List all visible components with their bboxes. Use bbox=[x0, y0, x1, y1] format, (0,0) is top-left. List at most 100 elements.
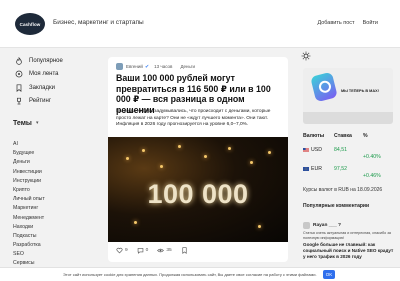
rate-row-usd: USD 84,51 bbox=[303, 147, 398, 153]
comment-icon bbox=[137, 248, 143, 254]
topic-item[interactable]: Разработка bbox=[13, 241, 45, 250]
promo-text: МЫ ТЕПЕРЬ В MAX! bbox=[341, 89, 379, 93]
sparkle bbox=[160, 165, 163, 168]
sparkle bbox=[250, 161, 253, 164]
currency-code: USD bbox=[311, 147, 322, 153]
sidebar-item-bookmarks[interactable]: Закладки bbox=[15, 81, 63, 95]
flame-icon bbox=[16, 56, 22, 65]
rates-header-change: % bbox=[363, 133, 368, 139]
header: Cashflow Бизнес, маркетинг и стартапы До… bbox=[0, 0, 400, 48]
sidebar-item-label: Популярное bbox=[29, 57, 63, 64]
topic-item[interactable]: SEO bbox=[13, 250, 45, 259]
sidebar-item-label: Закладки bbox=[29, 84, 55, 91]
comment-author-name[interactable]: Rayan ___ ? bbox=[313, 223, 341, 228]
sparkle bbox=[258, 225, 261, 228]
site-tagline: Бизнес, маркетинг и стартапы bbox=[53, 19, 144, 26]
promo-banner[interactable]: МЫ ТЕПЕРЬ В MAX! bbox=[303, 68, 393, 124]
view-count: 35 bbox=[166, 248, 172, 253]
bookmark-icon bbox=[16, 84, 22, 92]
article-lead: Вы когда-нибудь задумывались, что происх… bbox=[116, 109, 271, 128]
article-meta: Евгений ✔ 13 часов Деньги bbox=[116, 63, 195, 70]
currency-cell: EUR bbox=[303, 166, 334, 172]
like-count: 9 bbox=[125, 248, 128, 253]
bookmark-button[interactable] bbox=[181, 247, 188, 254]
topic-item[interactable]: Находки bbox=[13, 223, 45, 232]
sidebar-item-label: Моя лента bbox=[29, 71, 59, 78]
topic-item[interactable]: AI bbox=[13, 140, 45, 149]
rate-change-row-eur: +0.46% bbox=[303, 173, 398, 179]
sidebar-item-feed[interactable]: Моя лента bbox=[15, 68, 63, 82]
topic-item[interactable]: Маркетинг bbox=[13, 204, 45, 213]
comment-article-link[interactable]: Google больше не главный: как социальный… bbox=[303, 242, 395, 261]
sidebar-item-label: Рейтинг bbox=[29, 98, 52, 105]
article-card[interactable]: Евгений ✔ 13 часов Деньги Ваши 100 000 р… bbox=[108, 57, 288, 262]
post-time: 13 часов bbox=[154, 64, 173, 69]
comments-button[interactable]: 0 bbox=[137, 247, 148, 254]
topics-title: Темы bbox=[13, 120, 32, 127]
sparkle bbox=[142, 149, 145, 152]
add-post-button[interactable]: Добавить пост bbox=[317, 20, 354, 26]
login-button[interactable]: Войти bbox=[363, 20, 378, 26]
topic-item[interactable]: Инвестиции bbox=[13, 168, 45, 177]
article-actions: 9 0 35 bbox=[116, 247, 188, 254]
verified-icon: ✔ bbox=[144, 63, 150, 70]
cookie-text: Этот сайт использует cookie для хранения… bbox=[63, 272, 317, 277]
sidebar-item-rating[interactable]: Рейтинг bbox=[15, 95, 63, 109]
comment-author: Rayan ___ ? bbox=[303, 222, 395, 229]
comment-item[interactable]: Rayan ___ ? Статья очень актуальная и ин… bbox=[303, 222, 395, 261]
rate-change: +0.46% bbox=[363, 173, 381, 179]
avatar[interactable] bbox=[116, 63, 123, 70]
promo-footer bbox=[303, 112, 393, 124]
hero-number: 100 000 bbox=[147, 179, 249, 209]
logo-text: Cashflow bbox=[19, 21, 41, 27]
chevron-down-icon[interactable]: ▾ bbox=[36, 120, 39, 126]
sun-icon[interactable] bbox=[301, 51, 311, 61]
sparkle bbox=[178, 145, 181, 148]
topic-item[interactable]: Инструкции bbox=[13, 177, 45, 186]
topic-item[interactable]: Менеджмент bbox=[13, 214, 45, 223]
cookie-ok-button[interactable]: OK bbox=[323, 270, 335, 279]
topic-item[interactable]: Крипто bbox=[13, 186, 45, 195]
post-category[interactable]: Деньги bbox=[180, 64, 195, 69]
sidebar-item-popular[interactable]: Популярное bbox=[15, 54, 63, 68]
sidebar-nav: Популярное Моя лента Закладки Рейтинг bbox=[15, 54, 63, 108]
avatar[interactable] bbox=[303, 222, 310, 229]
rate-change-row-usd: +0.40% bbox=[303, 154, 398, 160]
topic-item[interactable]: Личный опыт bbox=[13, 195, 45, 204]
sidebar: Популярное Моя лента Закладки Рейтинг Те… bbox=[0, 48, 100, 281]
rates-header-rate: Ставка bbox=[334, 133, 352, 139]
topic-item[interactable]: Деньги bbox=[13, 158, 45, 167]
cookie-banner: Этот сайт использует cookie для хранения… bbox=[0, 267, 400, 281]
trophy-icon bbox=[17, 98, 21, 105]
rate-row-eur: EUR 97,52 bbox=[303, 166, 398, 172]
max-app-icon bbox=[310, 71, 338, 103]
rates-header: Валюты Ставка % bbox=[303, 133, 398, 139]
sparkle bbox=[204, 155, 207, 158]
popular-comments-title: Популярные комментарии bbox=[303, 203, 370, 209]
rate-value: 97,52 bbox=[334, 166, 347, 172]
currency-cell: USD bbox=[303, 147, 334, 153]
author-name[interactable]: Евгений bbox=[126, 64, 143, 69]
bookmark-icon bbox=[182, 247, 187, 254]
header-actions: Добавить пост Войти bbox=[317, 20, 378, 26]
views-indicator: 35 bbox=[157, 247, 172, 254]
rates-note: Курсы валют в RUB на 18.09.2026 bbox=[303, 187, 383, 193]
site-logo[interactable]: Cashflow bbox=[15, 13, 45, 35]
article-image[interactable]: 100 000 bbox=[108, 137, 288, 242]
sparkle bbox=[126, 157, 129, 160]
rate-change: +0.40% bbox=[363, 154, 381, 160]
like-button[interactable]: 9 bbox=[116, 247, 128, 254]
sparkle bbox=[134, 221, 137, 224]
topic-item[interactable]: Подкасты bbox=[13, 232, 45, 241]
sparkle bbox=[228, 147, 231, 150]
rate-value: 84,51 bbox=[334, 147, 347, 153]
eye-icon bbox=[157, 248, 165, 253]
topics-list: AI Будущее Деньги Инвестиции Инструкции … bbox=[13, 140, 45, 269]
topic-item[interactable]: Будущее bbox=[13, 149, 45, 158]
rates-header-currency: Валюты bbox=[303, 133, 325, 139]
us-flag-icon bbox=[303, 148, 309, 152]
feed-icon bbox=[15, 70, 23, 78]
sparkle bbox=[268, 151, 271, 154]
heart-icon bbox=[116, 247, 123, 254]
eu-flag-icon bbox=[303, 167, 309, 171]
